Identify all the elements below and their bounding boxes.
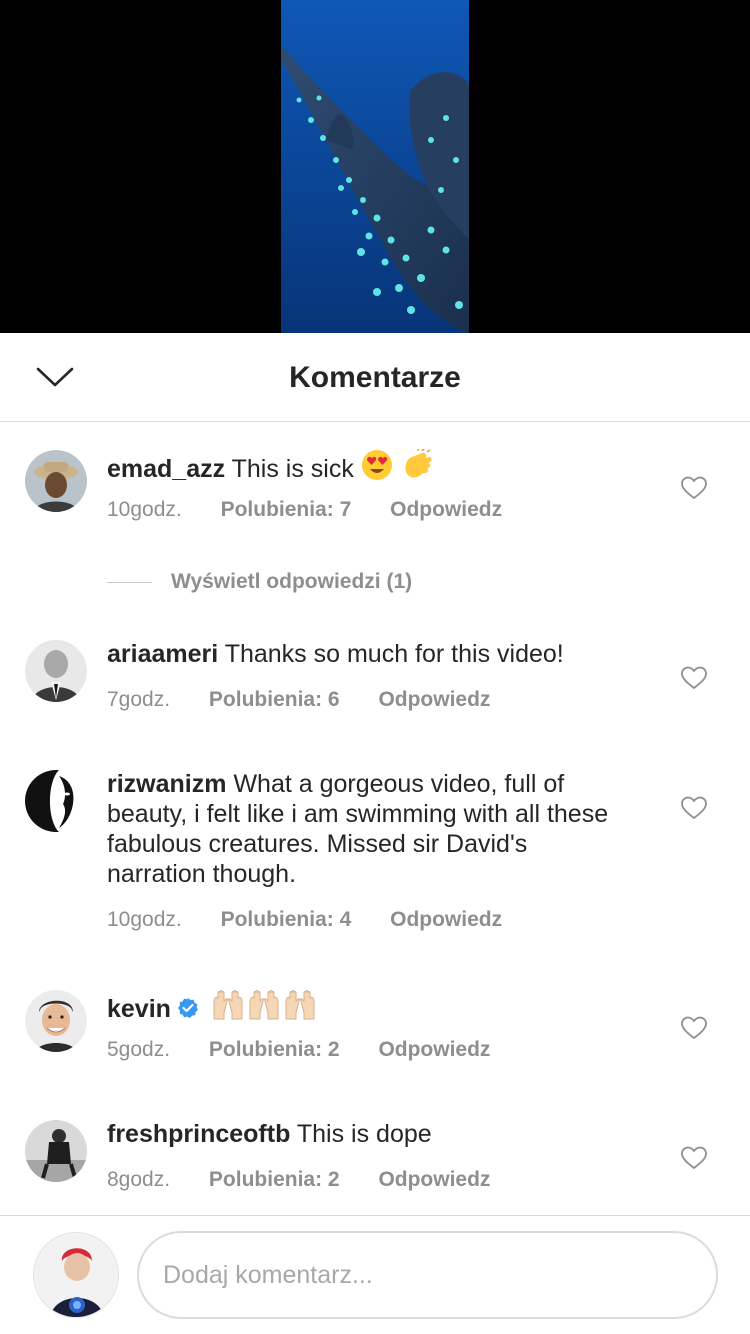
reply-button[interactable]: Odpowiedz — [390, 908, 502, 932]
comment-username[interactable]: ariaameri — [107, 640, 218, 668]
comment-username[interactable]: kevin — [107, 995, 171, 1023]
comment-body: rizwanizm What a gorgeous video, full of… — [107, 769, 627, 889]
raising-hands-emoji-icon — [210, 989, 246, 1028]
comment-meta: 8godz. Polubienia: 2 Odpowiedz — [107, 1168, 490, 1192]
comment-text: This is dope — [296, 1120, 432, 1148]
comment-text: Thanks so much for this video! — [224, 640, 564, 668]
comment-username[interactable]: emad_azz — [107, 455, 225, 483]
raising-hands-emoji-icon — [282, 989, 318, 1028]
heart-icon — [681, 1016, 707, 1040]
comment-time: 10godz. — [107, 908, 182, 931]
reply-button[interactable]: Odpowiedz — [378, 688, 490, 712]
comment-likes[interactable]: Polubienia: 7 — [221, 498, 352, 522]
video-player[interactable] — [281, 0, 469, 333]
comment-meta: 7godz. Polubienia: 6 Odpowiedz — [107, 688, 490, 712]
heart-icon — [681, 476, 707, 500]
current-user-avatar — [33, 1232, 119, 1318]
like-button[interactable] — [678, 1013, 710, 1043]
comments-header: Komentarze — [0, 333, 750, 422]
like-button[interactable] — [678, 663, 710, 693]
avatar[interactable] — [25, 1120, 87, 1182]
avatar[interactable] — [25, 450, 87, 512]
comment-body: freshprinceoftb This is dope — [107, 1119, 627, 1149]
add-comment-input[interactable] — [137, 1231, 718, 1319]
reply-button[interactable]: Odpowiedz — [378, 1038, 490, 1062]
heart-icon — [681, 796, 707, 820]
comment-time: 5godz. — [107, 1038, 171, 1061]
heart-eyes-emoji-icon — [361, 449, 393, 488]
comment-username[interactable]: rizwanizm — [107, 770, 226, 798]
comment-meta: 5godz. Polubienia: 2 Odpowiedz — [107, 1038, 490, 1062]
comment-time: 7godz. — [107, 688, 171, 711]
clapping-hands-emoji-icon — [400, 448, 434, 488]
reply-button[interactable]: Odpowiedz — [390, 498, 502, 522]
view-replies-label: Wyświetl odpowiedzi (1) — [171, 570, 413, 593]
whale-shark-video-frame — [281, 0, 469, 333]
reply-button[interactable]: Odpowiedz — [378, 1168, 490, 1192]
heart-icon — [681, 1146, 707, 1170]
comment-body: emad_azz This is sick — [107, 448, 627, 488]
comment-likes[interactable]: Polubienia: 4 — [221, 908, 352, 932]
verified-badge-icon — [177, 996, 199, 1026]
comment-text: This is sick — [231, 455, 354, 483]
avatar[interactable] — [25, 640, 87, 702]
comment-likes[interactable]: Polubienia: 6 — [209, 688, 340, 712]
raising-hands-emoji-icon — [246, 989, 282, 1028]
view-replies-button[interactable]: Wyświetl odpowiedzi (1) — [107, 567, 412, 597]
like-button[interactable] — [678, 1143, 710, 1173]
comment-body: ariaameri Thanks so much for this video! — [107, 639, 627, 669]
like-button[interactable] — [678, 793, 710, 823]
comment-likes[interactable]: Polubienia: 2 — [209, 1168, 340, 1192]
comment-meta: 10godz. Polubienia: 7 Odpowiedz — [107, 498, 502, 522]
comment-time: 10godz. — [107, 498, 182, 521]
comment-composer — [0, 1215, 750, 1334]
comment-meta: 10godz. Polubienia: 4 Odpowiedz — [107, 908, 502, 932]
page-title: Komentarze — [289, 361, 461, 394]
comment-body: kevin — [107, 989, 627, 1028]
comment-likes[interactable]: Polubienia: 2 — [209, 1038, 340, 1062]
heart-icon — [681, 666, 707, 690]
comment-username[interactable]: freshprinceoftb — [107, 1120, 290, 1148]
view-replies-divider — [107, 581, 152, 583]
video-background — [0, 0, 750, 333]
like-button[interactable] — [678, 473, 710, 503]
comment-time: 8godz. — [107, 1168, 171, 1191]
avatar[interactable] — [25, 770, 87, 832]
avatar[interactable] — [25, 990, 87, 1052]
